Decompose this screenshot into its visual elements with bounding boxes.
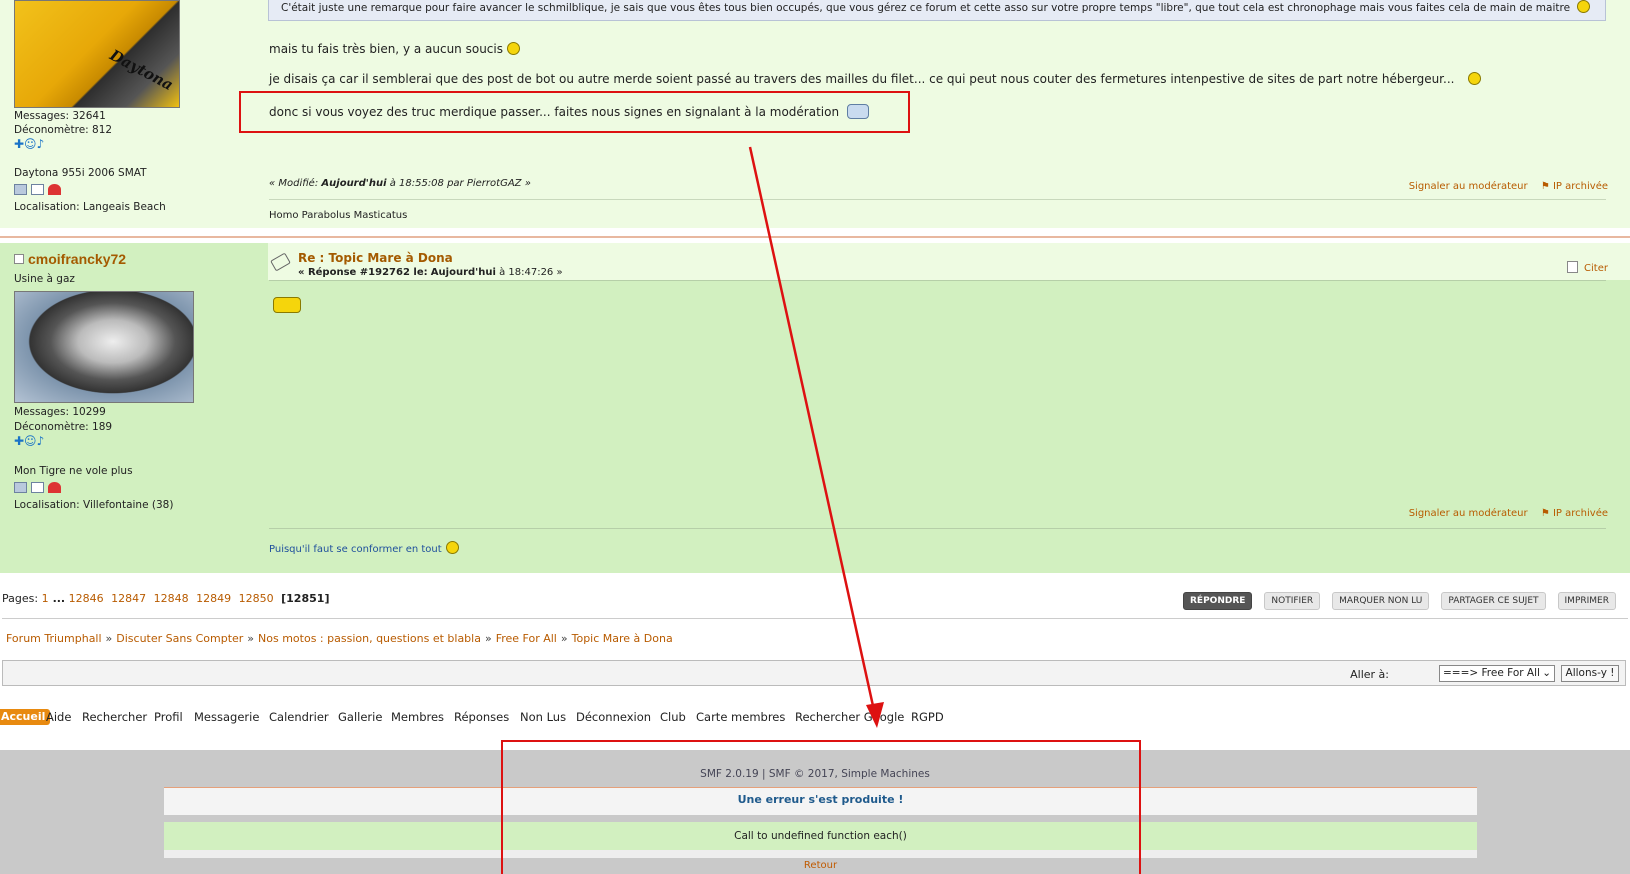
- nav-members[interactable]: Membres: [391, 710, 444, 724]
- annotation-box: [239, 91, 910, 133]
- avatar: [14, 291, 194, 403]
- report-link[interactable]: Signaler au modérateur: [1409, 508, 1528, 519]
- notify-button[interactable]: NOTIFIER: [1264, 592, 1321, 610]
- post-line-2: je disais ça car il semblerai que des po…: [269, 72, 1482, 86]
- poster-deconometre: Déconomètre: 812: [14, 124, 113, 136]
- print-button[interactable]: IMPRIMER: [1557, 592, 1616, 610]
- modified-info: « Modifié: Aujourd'hui à 18:55:08 par Pi…: [269, 178, 531, 189]
- pagination-label: Pages:: [2, 592, 39, 605]
- nav-google-search[interactable]: Rechercher Google: [795, 710, 904, 724]
- mail-icon[interactable]: [31, 482, 44, 493]
- jump-bar: Aller à: ===> Free For All ⌄ Allons-y !: [2, 660, 1626, 686]
- nav-profile[interactable]: Profil: [154, 710, 183, 724]
- post-reply-info: « Réponse #192762 le: Aujourd'hui à 18:4…: [298, 267, 563, 278]
- profile-icon[interactable]: [14, 184, 27, 195]
- nav-calendar[interactable]: Calendrier: [269, 710, 329, 724]
- post-actions-2: Signaler au modérateur ⚑ IP archivée: [1409, 508, 1608, 519]
- current-page: [12851]: [281, 592, 330, 605]
- nav-logout[interactable]: Déconnexion: [576, 710, 651, 724]
- header-separator: [269, 280, 1606, 281]
- poster-deconometre: Déconomètre: 189: [14, 421, 113, 433]
- poster-bike: Daytona 955i 2006 SMAT: [14, 167, 147, 179]
- page-link[interactable]: 12847: [111, 592, 146, 605]
- share-topic-button[interactable]: PARTAGER CE SUJET: [1441, 592, 1546, 610]
- profile-icon[interactable]: [14, 482, 27, 493]
- smiley-icon: [445, 541, 459, 554]
- smiley-icon: [1468, 72, 1482, 85]
- jump-go-button[interactable]: Allons-y !: [1561, 665, 1619, 682]
- page-link[interactable]: 1: [42, 592, 49, 605]
- quote-block: C'était juste une remarque pour faire av…: [268, 0, 1606, 21]
- poster-location: Localisation: Langeais Beach: [14, 201, 166, 213]
- signature-separator: [269, 199, 1606, 200]
- page-link[interactable]: 12850: [239, 592, 274, 605]
- post-actions-1: Signaler au modérateur ⚑ IP archivée: [1409, 181, 1608, 192]
- nav-club[interactable]: Club: [660, 710, 686, 724]
- rank-stars-icon: ✚☺♪: [14, 137, 45, 151]
- smileys-icon: [273, 297, 301, 313]
- report-link[interactable]: Signaler au modérateur: [1409, 181, 1528, 192]
- poster-icons: [14, 482, 65, 496]
- warning-icon[interactable]: [48, 482, 61, 493]
- jump-label: Aller à:: [1350, 668, 1389, 681]
- post-divider: [0, 236, 1630, 238]
- ip-archived-link[interactable]: ⚑ IP archivée: [1541, 181, 1608, 192]
- quote-icon: [1567, 261, 1579, 273]
- quote-button[interactable]: Citer: [1567, 261, 1608, 274]
- bottom-nav: Accueil Aide Rechercher Profil Messageri…: [0, 709, 1630, 740]
- signature: Homo Parabolus Masticatus: [269, 210, 408, 221]
- chevron-down-icon: ⌄: [1542, 667, 1551, 679]
- signature: Puisqu'il faut se conformer en tout: [269, 541, 459, 555]
- nav-search[interactable]: Rechercher: [82, 710, 147, 724]
- poster-group: Usine à gaz: [14, 273, 75, 285]
- poster-messages: Messages: 32641: [14, 110, 106, 122]
- jump-select[interactable]: ===> Free For All ⌄: [1439, 665, 1555, 682]
- divider: [2, 618, 1628, 619]
- poster-messages: Messages: 10299: [14, 406, 106, 418]
- annotation-box: [501, 740, 1141, 874]
- rank-stars-icon: ✚☺♪: [14, 434, 45, 448]
- signature-separator: [269, 528, 1606, 529]
- poster-location: Localisation: Villefontaine (38): [14, 499, 174, 511]
- breadcrumb-link[interactable]: Nos motos : passion, questions et blabla: [258, 632, 481, 645]
- nav-unread[interactable]: Non Lus: [520, 710, 566, 724]
- nav-home[interactable]: Accueil: [0, 709, 51, 725]
- post-text: je disais ça car il semblerai que des po…: [269, 72, 1455, 86]
- page-link[interactable]: 12849: [196, 592, 231, 605]
- smiley-icon: [1577, 0, 1591, 13]
- pagination: Pages: 1... 12846 12847 12848 12849 1285…: [2, 592, 329, 605]
- page-link[interactable]: 12848: [154, 592, 189, 605]
- pagination-ellipsis: ...: [52, 592, 66, 605]
- nav-rgpd[interactable]: RGPD: [911, 710, 944, 724]
- warning-icon[interactable]: [48, 184, 61, 195]
- avatar-text: Daytona: [106, 45, 177, 95]
- avatar: Daytona: [14, 0, 180, 108]
- mail-icon[interactable]: [31, 184, 44, 195]
- breadcrumb-link[interactable]: Topic Mare à Dona: [572, 632, 673, 645]
- post-text: mais tu fais très bien, y a aucun soucis: [269, 42, 503, 56]
- nav-member-map[interactable]: Carte membres: [696, 710, 785, 724]
- breadcrumb: Forum Triumphall» Discuter Sans Compter» N…: [6, 632, 673, 645]
- post-title[interactable]: Re : Topic Mare à Dona: [298, 251, 453, 265]
- online-status-icon: [14, 254, 24, 264]
- poster-icons: [14, 184, 65, 198]
- nav-replies[interactable]: Réponses: [454, 710, 509, 724]
- breadcrumb-link[interactable]: Discuter Sans Compter: [116, 632, 243, 645]
- mark-unread-button[interactable]: MARQUER NON LU: [1332, 592, 1430, 610]
- nav-gallery[interactable]: Gallerie: [338, 710, 382, 724]
- nav-help[interactable]: Aide: [46, 710, 71, 724]
- quote-text: C'était juste une remarque pour faire av…: [281, 2, 1571, 14]
- breadcrumb-link[interactable]: Forum Triumphall: [6, 632, 102, 645]
- smiley-icon: [507, 42, 520, 55]
- post-2: cmoifrancky72 Usine à gaz Messages: 1029…: [0, 243, 1630, 573]
- reply-button[interactable]: RÉPONDRE: [1183, 592, 1253, 610]
- poster-name[interactable]: cmoifrancky72: [14, 251, 126, 267]
- ip-archived-link[interactable]: ⚑ IP archivée: [1541, 508, 1608, 519]
- page-link[interactable]: 12846: [69, 592, 104, 605]
- breadcrumb-link[interactable]: Free For All: [496, 632, 557, 645]
- nav-messages[interactable]: Messagerie: [194, 710, 259, 724]
- topic-buttons: RÉPONDRE NOTIFIER MARQUER NON LU PARTAGER C…: [1171, 592, 1616, 610]
- poster-bike: Mon Tigre ne vole plus: [14, 465, 133, 477]
- post-line-1: mais tu fais très bien, y a aucun soucis: [269, 42, 520, 56]
